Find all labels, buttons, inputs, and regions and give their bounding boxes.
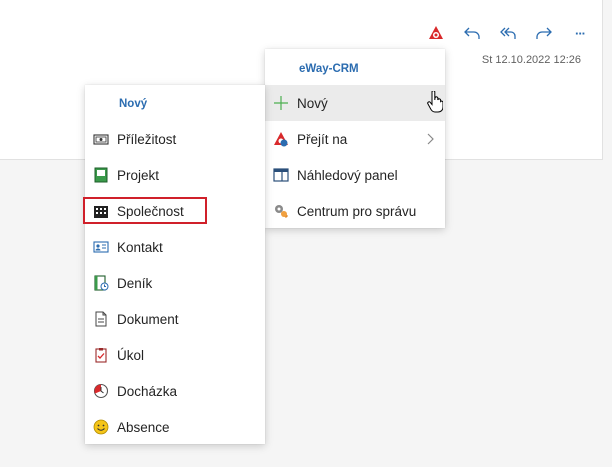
submenu-item-label: Absence	[117, 419, 170, 435]
chevron-right-icon	[427, 133, 435, 148]
submenu-item-absence[interactable]: Absence	[85, 409, 265, 445]
submenu-item-label: Deník	[117, 275, 153, 291]
eway-crm-menu: eWay-CRM Nový Přejít na Náhledový panel …	[265, 49, 445, 228]
submenu-item-label: Docházka	[117, 383, 178, 399]
submenu-item-label: Společnost	[117, 203, 184, 219]
submenu-item-opportunity[interactable]: Příležitost	[85, 121, 265, 157]
submenu-item-company[interactable]: Společnost	[83, 193, 265, 229]
contact-icon	[93, 239, 109, 255]
submenu-item-label: Dokument	[117, 311, 179, 327]
submenu-item-label: Příležitost	[117, 131, 177, 147]
forward-button[interactable]	[526, 21, 562, 45]
submenu-item-contact[interactable]: Kontakt	[85, 229, 265, 265]
menu-item-goto[interactable]: Přejít na	[265, 121, 445, 157]
menu-item-preview-panel[interactable]: Náhledový panel	[265, 157, 445, 193]
message-date: St 12.10.2022 12:26	[481, 54, 581, 66]
eway-logo-icon	[429, 26, 443, 39]
menu-item-admin-center[interactable]: Centrum pro správu	[265, 193, 445, 229]
submenu-item-label: Úkol	[117, 347, 145, 363]
project-icon	[93, 167, 109, 183]
submenu-item-document[interactable]: Dokument	[85, 301, 265, 337]
message-toolbar: ···	[418, 21, 598, 45]
forward-icon	[536, 27, 552, 39]
submenu-item-label: Kontakt	[117, 239, 163, 255]
eway-menu-header: eWay-CRM	[299, 63, 359, 75]
reply-icon	[464, 27, 480, 39]
menu-item-label: Přejít na	[297, 131, 348, 147]
menu-item-label: Náhledový panel	[297, 167, 398, 183]
submenu-item-journal[interactable]: Deník	[85, 265, 265, 301]
company-icon	[93, 203, 109, 219]
reply-all-button[interactable]	[490, 21, 526, 45]
submenu-item-task[interactable]: Úkol	[85, 337, 265, 373]
eway-goto-icon	[273, 131, 289, 147]
menu-item-new[interactable]: Nový	[265, 85, 445, 121]
reply-all-icon	[500, 27, 516, 39]
eway-button[interactable]	[418, 21, 454, 45]
admin-center-icon	[273, 203, 289, 219]
document-icon	[93, 311, 109, 327]
journal-icon	[93, 275, 109, 291]
attendance-icon	[93, 383, 109, 399]
menu-item-label: Nový	[297, 95, 328, 111]
submenu-item-attendance[interactable]: Docházka	[85, 373, 265, 409]
opportunity-icon	[93, 131, 109, 147]
submenu-item-label: Projekt	[117, 167, 160, 183]
more-icon: ···	[575, 25, 586, 41]
preview-panel-icon	[273, 167, 289, 183]
plus-icon	[273, 95, 289, 111]
submenu-item-project[interactable]: Projekt	[85, 157, 265, 193]
new-menu-header: Nový	[119, 98, 148, 110]
menu-item-label: Centrum pro správu	[297, 203, 417, 219]
more-button[interactable]: ···	[562, 21, 598, 45]
hand-cursor-icon	[427, 90, 444, 116]
absence-icon	[93, 419, 109, 435]
new-submenu: Nový Příležitost Projekt Společnost Kont…	[83, 85, 265, 445]
task-icon	[93, 347, 109, 363]
reply-button[interactable]	[454, 21, 490, 45]
